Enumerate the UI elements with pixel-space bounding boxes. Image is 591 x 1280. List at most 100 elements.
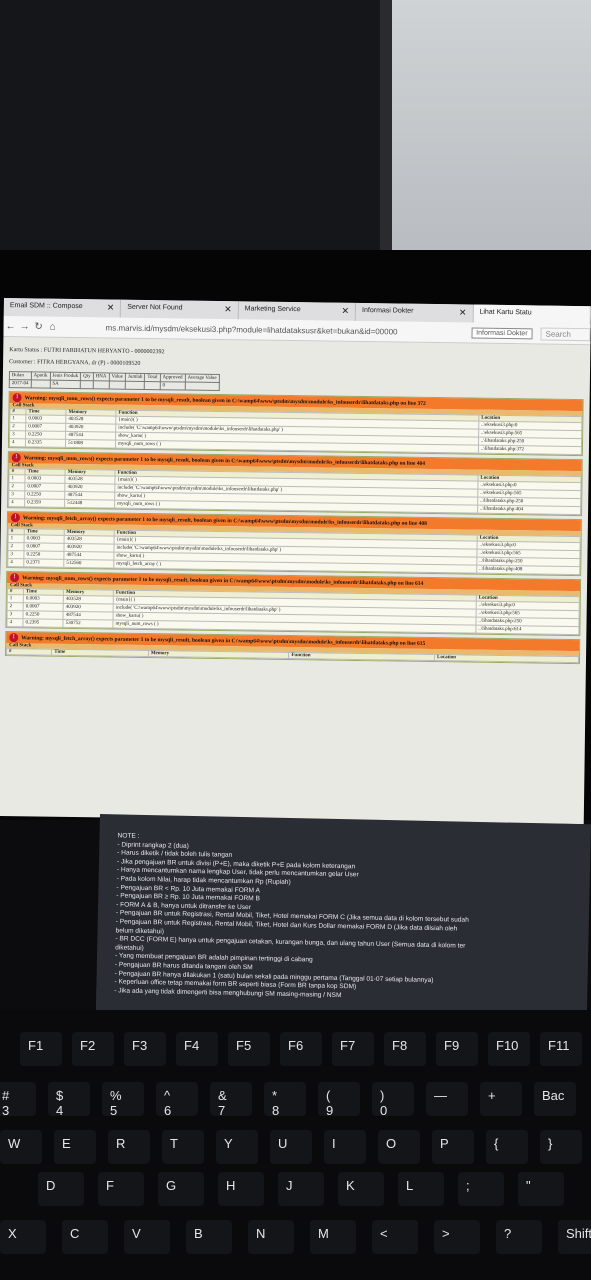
- tab-marketing[interactable]: Marketing Service ✕: [238, 301, 357, 321]
- stack-cell: 530752: [63, 619, 114, 629]
- key[interactable]: ?: [496, 1220, 542, 1254]
- summary-value: [184, 382, 220, 391]
- warning-icon: !: [10, 513, 20, 523]
- key-label: F2: [80, 1038, 96, 1053]
- key[interactable]: {: [486, 1130, 528, 1164]
- close-icon[interactable]: ✕: [107, 302, 115, 313]
- error-block: ! Warning: mysqli_fetch_array() expects p…: [5, 631, 581, 665]
- close-icon[interactable]: ✕: [459, 307, 467, 318]
- key[interactable]: C: [62, 1220, 108, 1254]
- back-icon[interactable]: ←: [4, 320, 18, 332]
- summary-header: Jumlah: [125, 373, 145, 382]
- stack-cell: 0.2335: [25, 438, 66, 448]
- key[interactable]: <: [372, 1220, 418, 1254]
- key-label: —: [434, 1088, 447, 1103]
- key[interactable]: }: [540, 1130, 582, 1164]
- key[interactable]: Bac: [534, 1082, 576, 1116]
- key[interactable]: F2: [72, 1032, 114, 1066]
- stack-cell: 2: [7, 542, 25, 551]
- tab-email[interactable]: Email SDM :: Compose ✕: [3, 298, 122, 318]
- key[interactable]: F3: [124, 1032, 166, 1066]
- key-label: C: [70, 1226, 80, 1241]
- key[interactable]: O: [378, 1130, 420, 1164]
- tab-server-not-found[interactable]: Server Not Found ✕: [121, 299, 239, 320]
- key[interactable]: F11: [540, 1032, 582, 1066]
- warning-icon: !: [9, 633, 19, 643]
- stack-cell: 0.2395: [22, 618, 64, 628]
- key[interactable]: ;: [458, 1172, 504, 1206]
- key[interactable]: D: [38, 1172, 84, 1206]
- key[interactable]: M: [310, 1220, 356, 1254]
- key[interactable]: F7: [332, 1032, 374, 1066]
- key[interactable]: W: [0, 1130, 42, 1164]
- key[interactable]: F10: [488, 1032, 530, 1066]
- key[interactable]: ( 9: [318, 1082, 360, 1118]
- key[interactable]: & 7: [210, 1082, 252, 1118]
- key[interactable]: T: [162, 1130, 204, 1164]
- chrome-icon[interactable]: [24, 821, 41, 825]
- key[interactable]: X: [0, 1220, 46, 1254]
- key[interactable]: J: [278, 1172, 324, 1206]
- summary-header: Value: [108, 372, 126, 382]
- key-label: Bac: [542, 1088, 565, 1103]
- home-icon[interactable]: ⌂: [46, 321, 60, 332]
- key[interactable]: N: [248, 1220, 294, 1254]
- key[interactable]: B: [186, 1220, 232, 1254]
- error-list: ! Warning: mysqli_num_rows() expects para…: [5, 391, 584, 665]
- url-suggestion[interactable]: Informasi Dokter: [471, 327, 533, 339]
- stack-header: #: [6, 648, 52, 656]
- key[interactable]: >: [434, 1220, 480, 1254]
- error-block: ! Warning: mysqli_num_rows() expects para…: [7, 391, 584, 457]
- key[interactable]: F9: [436, 1032, 478, 1066]
- key[interactable]: H: [218, 1172, 264, 1206]
- firefox-icon[interactable]: [46, 821, 63, 825]
- key[interactable]: % 5: [102, 1082, 144, 1118]
- key[interactable]: F8: [384, 1032, 426, 1066]
- key[interactable]: F4: [176, 1032, 218, 1066]
- key[interactable]: K: [338, 1172, 384, 1206]
- key-label: ;: [466, 1178, 470, 1193]
- search-input[interactable]: Search: [540, 326, 591, 341]
- key[interactable]: —: [426, 1082, 468, 1116]
- key[interactable]: Y: [216, 1130, 258, 1164]
- key[interactable]: $ 4: [48, 1082, 90, 1118]
- stack-cell: 511808: [65, 439, 116, 449]
- key[interactable]: I: [324, 1130, 366, 1164]
- key[interactable]: F1: [20, 1032, 62, 1066]
- key[interactable]: E: [54, 1130, 96, 1164]
- stack-cell: 1: [8, 534, 25, 543]
- key[interactable]: P: [432, 1130, 474, 1164]
- summary-value: [125, 381, 145, 390]
- key[interactable]: ) 0: [372, 1082, 414, 1118]
- reload-icon[interactable]: ↻: [32, 321, 46, 332]
- key[interactable]: # 3: [0, 1082, 36, 1118]
- key[interactable]: ": [518, 1172, 564, 1206]
- summary-value: [30, 379, 50, 389]
- key[interactable]: F5: [228, 1032, 270, 1066]
- key[interactable]: R: [108, 1130, 150, 1164]
- close-icon[interactable]: ✕: [341, 306, 349, 317]
- key[interactable]: G: [158, 1172, 204, 1206]
- tab-informasi-dokter[interactable]: Informasi Dokter ✕: [355, 302, 474, 323]
- forward-icon[interactable]: →: [18, 321, 32, 332]
- files-icon[interactable]: [68, 821, 85, 825]
- url-bar[interactable]: ms.marvis.id/mysdm/eksekusi3.php?module=…: [106, 323, 472, 337]
- summary-value: [80, 380, 94, 389]
- tab-lihat-kartu[interactable]: Lihat Kartu Statu: [473, 304, 591, 325]
- summary-header: HNA: [93, 372, 110, 381]
- key[interactable]: V: [124, 1220, 170, 1254]
- key[interactable]: +: [480, 1082, 522, 1116]
- key[interactable]: Shift: [558, 1220, 591, 1254]
- key-label: F7: [340, 1038, 356, 1053]
- key[interactable]: ^ 6: [156, 1082, 198, 1118]
- key[interactable]: F: [98, 1172, 144, 1206]
- stack-header: Function: [288, 652, 435, 661]
- key[interactable]: U: [270, 1130, 312, 1164]
- key[interactable]: * 8: [264, 1082, 306, 1118]
- key[interactable]: F6: [280, 1032, 322, 1066]
- key-label: O: [386, 1136, 397, 1151]
- close-icon[interactable]: ✕: [224, 304, 232, 315]
- key-label: D: [46, 1178, 56, 1193]
- key[interactable]: L: [398, 1172, 444, 1206]
- error-block: ! Warning: mysqli_num_rows() expects para…: [5, 571, 582, 637]
